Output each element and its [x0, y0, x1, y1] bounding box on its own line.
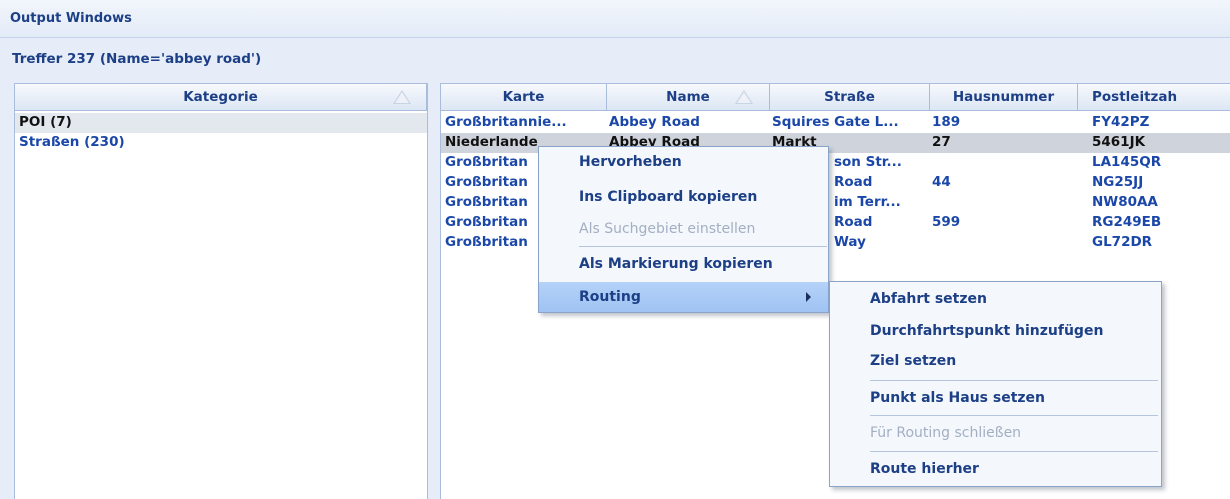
menu-item-label: Als Suchgebiet einstellen: [579, 221, 756, 237]
menu-separator: [870, 451, 1158, 452]
cell-postleitzahl: 5461JK: [1092, 134, 1146, 150]
menu-item-label: Abfahrt setzen: [870, 291, 987, 307]
cell-hausnummer: 44: [932, 174, 951, 190]
table-row[interactable]: Großbritannie... Abbey Road Squires Gate…: [441, 113, 1230, 133]
category-item-label: POI (7): [19, 114, 72, 130]
context-menu: Hervorheben Ins Clipboard kopieren Als S…: [538, 146, 829, 313]
cell-strasse: Road: [834, 174, 873, 190]
menu-separator: [870, 380, 1158, 381]
cell-postleitzahl: NG25JJ: [1092, 174, 1144, 190]
window-title: Output Windows: [10, 11, 132, 26]
cell-strasse: son Str...: [834, 154, 902, 170]
menu-item-punkt-als-haus-setzen[interactable]: Punkt als Haus setzen: [830, 383, 1161, 413]
menu-item-hervorheben[interactable]: Hervorheben: [539, 147, 828, 177]
menu-item-routing[interactable]: Routing: [539, 282, 828, 312]
cell-postleitzahl: GL72DR: [1092, 234, 1153, 250]
cell-postleitzahl: LA145QR: [1092, 154, 1162, 170]
cell-name: Abbey Road: [609, 114, 700, 130]
column-header-postleitzahl[interactable]: Postleitzah: [1078, 84, 1230, 111]
cell-postleitzahl: NW80AA: [1092, 194, 1158, 210]
column-header-label: Name: [666, 89, 710, 105]
menu-item-clipboard-kopieren[interactable]: Ins Clipboard kopieren: [539, 182, 828, 212]
cell-hausnummer: 27: [932, 134, 951, 150]
menu-item-label: Für Routing schließen: [870, 425, 1022, 441]
menu-item-label: Ziel setzen: [870, 353, 957, 369]
cell-strasse: Road: [834, 214, 873, 230]
cell-strasse: Squires Gate L...: [772, 114, 899, 130]
sort-ascending-icon: [735, 90, 753, 104]
menu-item-label: Durchfahrtspunkt hinzufügen: [870, 323, 1104, 339]
menu-item-markierung-kopieren[interactable]: Als Markierung kopieren: [539, 249, 828, 279]
menu-item-label: Punkt als Haus setzen: [870, 390, 1045, 406]
menu-item-label: Routing: [579, 289, 641, 305]
menu-item-ziel-setzen[interactable]: Ziel setzen: [830, 346, 1161, 376]
menu-separator: [870, 415, 1158, 416]
menu-separator: [579, 246, 827, 247]
menu-item-suchgebiet-einstellen[interactable]: Als Suchgebiet einstellen: [539, 214, 828, 244]
result-summary: Treffer 237 (Name='abbey road'): [12, 51, 262, 67]
column-header-kategorie[interactable]: Kategorie: [15, 84, 427, 111]
menu-item-fuer-routing-schliessen[interactable]: Für Routing schließen: [830, 418, 1161, 448]
routing-submenu: Abfahrt setzen Durchfahrtspunkt hinzufüg…: [829, 281, 1162, 487]
column-header-label: Karte: [502, 89, 545, 105]
column-header-hausnummer[interactable]: Hausnummer: [930, 84, 1078, 111]
cell-strasse: im Terr...: [834, 194, 901, 210]
category-item-label: Straßen (230): [19, 134, 125, 150]
menu-item-route-hierher[interactable]: Route hierher: [830, 454, 1161, 484]
column-header-label: Kategorie: [183, 89, 258, 105]
cell-hausnummer: 599: [932, 214, 961, 230]
title-bar: Output Windows: [0, 0, 1230, 38]
category-item-poi[interactable]: POI (7): [15, 113, 427, 133]
category-item-strassen[interactable]: Straßen (230): [15, 133, 427, 153]
menu-item-label: Hervorheben: [579, 154, 682, 170]
column-header-name[interactable]: Name: [607, 84, 770, 111]
cell-karte: Großbritannie...: [445, 114, 567, 130]
submenu-arrow-icon: [806, 292, 811, 302]
menu-item-durchfahrtspunkt-hinzufuegen[interactable]: Durchfahrtspunkt hinzufügen: [830, 316, 1161, 346]
column-header-label: Postleitzah: [1092, 89, 1178, 105]
menu-item-abfahrt-setzen[interactable]: Abfahrt setzen: [830, 284, 1161, 314]
column-header-strasse[interactable]: Straße: [770, 84, 930, 111]
sort-ascending-icon: [393, 90, 411, 104]
column-header-karte[interactable]: Karte: [441, 84, 607, 111]
menu-item-label: Ins Clipboard kopieren: [579, 189, 758, 205]
menu-item-label: Als Markierung kopieren: [579, 256, 773, 272]
column-header-label: Straße: [824, 89, 875, 105]
cell-strasse: Way: [834, 234, 866, 250]
cell-postleitzahl: RG249EB: [1092, 214, 1162, 230]
column-header-label: Hausnummer: [952, 89, 1055, 105]
cell-postleitzahl: FY42PZ: [1092, 114, 1150, 130]
menu-item-label: Route hierher: [870, 461, 979, 477]
cell-hausnummer: 189: [932, 114, 961, 130]
category-list[interactable]: Kategorie POI (7) Straßen (230): [14, 83, 428, 499]
